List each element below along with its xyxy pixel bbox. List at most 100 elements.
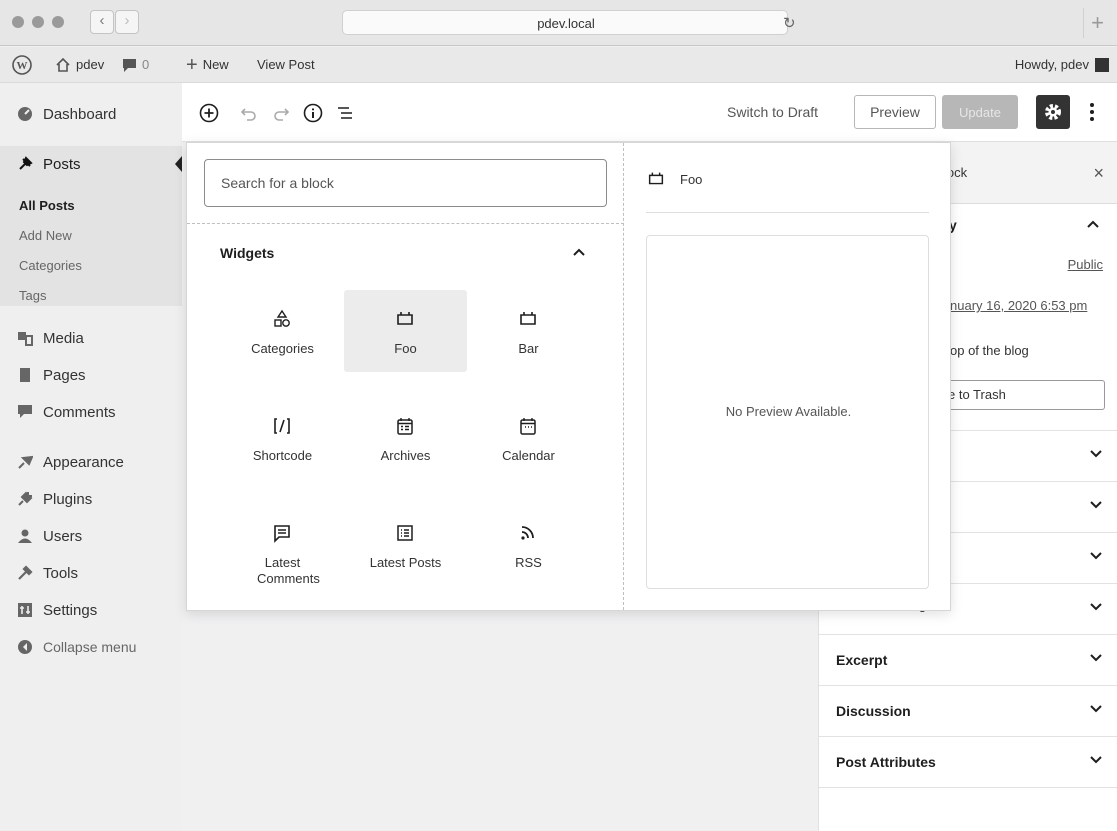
publish-date-link[interactable]: nuary 16, 2020 6:53 pm: [950, 298, 1087, 313]
howdy-link[interactable]: Howdy, pdev: [1015, 47, 1089, 83]
close-window-dot[interactable]: [12, 16, 24, 28]
menu-label: Pages: [43, 366, 86, 384]
block-label: Latest Posts: [369, 555, 442, 570]
submenu-categories[interactable]: Categories: [19, 258, 82, 273]
update-button[interactable]: Update: [942, 95, 1018, 129]
menu-label: Collapse menu: [43, 639, 137, 655]
block-item-shortcode[interactable]: Shortcode: [221, 397, 344, 479]
menu-item-appearance[interactable]: Appearance: [0, 445, 182, 479]
forward-button[interactable]: ›: [115, 10, 139, 34]
menu-item-posts[interactable]: Posts: [0, 146, 182, 182]
avatar[interactable]: [1095, 58, 1109, 72]
block-item-categories[interactable]: Categories: [221, 290, 344, 372]
view-post-link[interactable]: View Post: [257, 47, 315, 83]
category-title[interactable]: Widgets: [220, 245, 274, 261]
back-button[interactable]: ‹: [90, 10, 114, 34]
block-label: Archives: [380, 448, 431, 463]
switch-to-draft-button[interactable]: Switch to Draft: [727, 83, 818, 142]
minimize-window-dot[interactable]: [32, 16, 44, 28]
block-item-foo[interactable]: Foo: [344, 290, 467, 372]
block-item-latest-posts[interactable]: Latest Posts: [344, 504, 467, 586]
block-navigation-icon[interactable]: [334, 102, 356, 124]
excerpt-panel[interactable]: Excerpt: [819, 635, 1117, 686]
submenu-all-posts[interactable]: All Posts: [19, 198, 75, 213]
menu-label: Dashboard: [43, 105, 117, 123]
chevron-up-icon[interactable]: [573, 248, 585, 256]
block-label: Categories: [251, 341, 314, 356]
panel-label: Post Attributes: [836, 754, 936, 770]
submenu-tags[interactable]: Tags: [19, 288, 46, 303]
bar-block-icon: [517, 308, 539, 330]
home-icon: [56, 57, 70, 72]
menu-item-users[interactable]: Users: [0, 519, 182, 553]
block-item-archives[interactable]: Archives: [344, 397, 467, 479]
redo-icon[interactable]: [270, 102, 292, 124]
comments-count: 0: [142, 57, 150, 72]
menu-item-settings[interactable]: Settings: [0, 593, 182, 627]
menu-item-media[interactable]: Media: [0, 321, 182, 355]
chevron-up-icon[interactable]: [1087, 220, 1099, 228]
menu-label: Appearance: [43, 453, 124, 471]
latest-posts-icon: [394, 522, 416, 544]
block-item-calendar[interactable]: Calendar: [467, 397, 590, 479]
dashboard-icon: [17, 106, 33, 122]
chevron-down-icon: [1090, 654, 1102, 662]
rss-icon: [517, 522, 539, 544]
pages-icon: [17, 367, 33, 383]
move-to-trash-button[interactable]: e to Trash: [939, 380, 1105, 410]
reload-icon[interactable]: ↻: [783, 14, 796, 32]
discussion-panel[interactable]: Discussion: [819, 686, 1117, 737]
menu-label: Users: [43, 527, 83, 545]
address-bar[interactable]: pdev.local ↻: [342, 10, 796, 35]
menu-item-tools[interactable]: Tools: [0, 556, 182, 590]
wordpress-logo-icon[interactable]: W: [12, 47, 32, 83]
new-tab-button[interactable]: +: [1083, 8, 1111, 38]
chevron-down-icon: [1090, 450, 1102, 458]
block-item-latest-comments[interactable]: Latest Comments: [221, 504, 344, 600]
block-item-bar[interactable]: Bar: [467, 290, 590, 372]
collapse-icon: [17, 639, 33, 655]
new-label: New: [202, 57, 229, 72]
block-inserter-popover: Widgets Categories Foo Bar Shortcode Arc…: [186, 142, 951, 611]
appearance-icon: [17, 454, 33, 470]
site-name-link[interactable]: pdev: [55, 47, 104, 83]
preview-button[interactable]: Preview: [854, 95, 936, 129]
admin-bar: W pdev 0 + New View Post Howdy, pdev: [0, 47, 1117, 83]
media-icon: [17, 330, 33, 346]
menu-label: Comments: [43, 403, 116, 421]
close-sidebar-icon[interactable]: ×: [1093, 142, 1104, 204]
menu-item-comments[interactable]: Comments: [0, 395, 182, 429]
block-search-input[interactable]: [204, 159, 607, 207]
preview-title: Foo: [680, 171, 703, 187]
block-label: Bar: [518, 341, 539, 356]
submenu-add-new[interactable]: Add New: [19, 228, 72, 243]
menu-label: Posts: [43, 155, 81, 173]
svg-text:W: W: [17, 60, 28, 72]
divider: [646, 212, 929, 213]
block-label: Latest Comments: [257, 555, 320, 586]
comments-link[interactable]: 0: [122, 47, 149, 83]
block-item-rss[interactable]: RSS: [467, 504, 590, 586]
new-content-link[interactable]: + New: [186, 47, 229, 83]
current-menu-arrow: [175, 156, 182, 172]
visibility-link[interactable]: Public: [1068, 257, 1103, 272]
post-attributes-panel[interactable]: Post Attributes: [819, 737, 1117, 788]
add-block-icon[interactable]: [198, 102, 220, 124]
pin-icon: [17, 156, 33, 172]
comment-icon: [17, 404, 33, 420]
plus-icon: +: [186, 54, 198, 76]
menu-item-pages[interactable]: Pages: [0, 358, 182, 392]
block-preview-panel: Foo No Preview Available.: [624, 143, 950, 610]
menu-item-plugins[interactable]: Plugins: [0, 482, 182, 516]
menu-item-dashboard[interactable]: Dashboard: [0, 97, 182, 131]
collapse-menu-button[interactable]: Collapse menu: [0, 630, 182, 664]
archives-icon: [394, 415, 416, 437]
settings-gear-button[interactable]: [1036, 95, 1070, 129]
undo-icon[interactable]: [238, 102, 260, 124]
gear-icon: [1045, 104, 1061, 120]
zoom-window-dot[interactable]: [52, 16, 64, 28]
tools-icon: [17, 565, 33, 581]
more-menu-button[interactable]: [1082, 95, 1102, 129]
panel-label: Discussion: [836, 703, 911, 719]
info-icon[interactable]: [302, 102, 324, 124]
